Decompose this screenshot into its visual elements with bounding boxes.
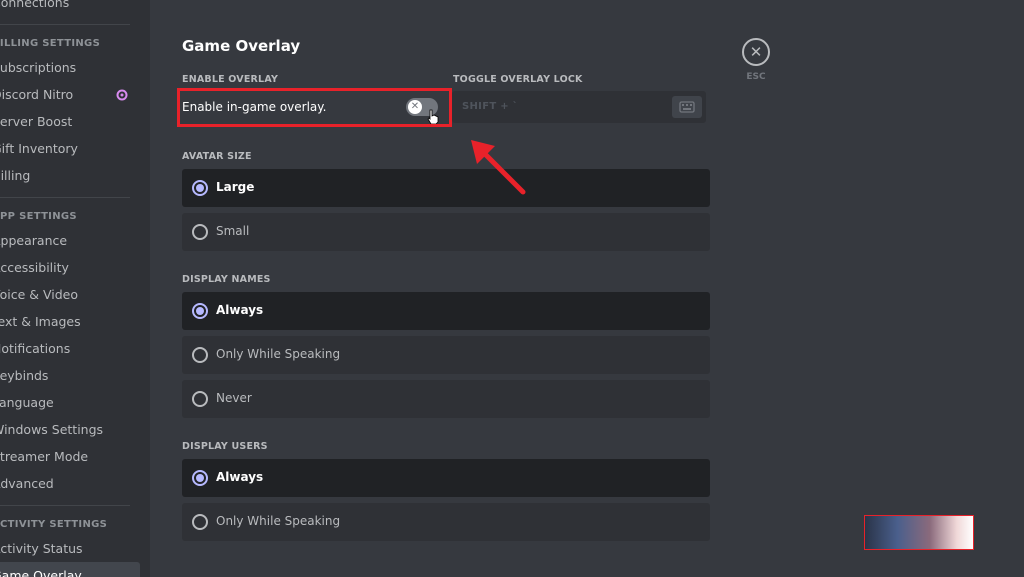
radio-label: Large (216, 180, 255, 194)
sidebar-item-streamer-mode[interactable]: Streamer Mode (0, 443, 140, 470)
sidebar-divider (0, 24, 130, 25)
sidebar-item-label: Activity Status (0, 541, 83, 556)
radio-label: Small (216, 224, 250, 238)
sidebar-item-label: Connections (0, 0, 70, 10)
radio-label: Never (216, 391, 252, 405)
sidebar-section-header: Activity Settings (0, 519, 108, 530)
radio-label: Only While Speaking (216, 347, 341, 361)
video-thumbnail (864, 515, 974, 550)
sidebar-item-label: Subscriptions (0, 60, 77, 75)
sidebar-item-gift-inventory[interactable]: Gift Inventory (0, 135, 140, 162)
sidebar-item-label: Windows Settings (0, 422, 104, 437)
radio-label: Always (216, 303, 264, 317)
close-circle-icon[interactable]: ✕ (742, 38, 770, 66)
sidebar-item-label: Keybinds (0, 368, 49, 383)
sidebar-item-label: Appearance (0, 233, 68, 248)
sidebar-item-server-boost[interactable]: Server Boost (0, 108, 140, 135)
sidebar-item-label: Accessibility (0, 260, 69, 275)
overlay-lock-keybind[interactable]: SHIFT + ` (452, 91, 706, 123)
enable-overlay-text: Enable in-game overlay. (182, 100, 327, 114)
radio-names-always[interactable]: Always (182, 292, 710, 330)
sidebar-item-label: Discord Nitro (0, 87, 74, 102)
page-title: Game Overlay (182, 37, 301, 55)
sidebar-item-advanced[interactable]: Advanced (0, 470, 140, 497)
radio-names-speaking[interactable]: Only While Speaking (182, 336, 710, 374)
sidebar-item-label: Advanced (0, 476, 54, 491)
enable-overlay-label: Enable Overlay (182, 74, 279, 85)
nitro-icon (116, 89, 128, 101)
settings-content: Game Overlay Enable Overlay Toggle Overl… (150, 0, 1024, 577)
sidebar-item-voice-video[interactable]: Voice & Video (0, 281, 140, 308)
keybind-value: SHIFT + ` (462, 101, 518, 112)
sidebar-section-header: Billing Settings (0, 38, 101, 49)
sidebar-item-notifications[interactable]: Notifications (0, 335, 140, 362)
sidebar-divider (0, 505, 130, 506)
radio-label: Always (216, 470, 264, 484)
toggle-overlay-lock-label: Toggle Overlay Lock (453, 74, 583, 85)
sidebar-item-label: Voice & Video (0, 287, 78, 302)
display-users-label: Display Users (182, 441, 268, 452)
sidebar-item-language[interactable]: Language (0, 389, 140, 416)
sidebar-item-label: Notifications (0, 341, 71, 356)
sidebar-item-label: Language (0, 395, 54, 410)
sidebar-item-accessibility[interactable]: Accessibility (0, 254, 140, 281)
sidebar-item-windows-settings[interactable]: Windows Settings (0, 416, 140, 443)
radio-icon (192, 224, 208, 240)
sidebar-list: Connections Billing Settings Subscriptions… (0, 0, 140, 577)
radio-icon (192, 391, 208, 407)
sidebar-item-label: Game Overlay (0, 568, 82, 577)
radio-icon (192, 303, 208, 319)
sidebar-item-label: Server Boost (0, 114, 73, 129)
sidebar-item-game-overlay[interactable]: Game Overlay (0, 562, 140, 577)
enable-overlay-row: Enable in-game overlay. ✕ (182, 91, 439, 125)
sidebar-section-header: App Settings (0, 211, 77, 222)
radio-icon (192, 470, 208, 486)
radio-names-never[interactable]: Never (182, 380, 710, 418)
radio-avatar-small[interactable]: Small (182, 213, 710, 251)
radio-avatar-large[interactable]: Large (182, 169, 710, 207)
sidebar-item-label: Text & Images (0, 314, 81, 329)
sidebar-item-subscriptions[interactable]: Subscriptions (0, 54, 140, 81)
radio-icon (192, 347, 208, 363)
sidebar-item-keybinds[interactable]: Keybinds (0, 362, 140, 389)
sidebar-item-activity-status[interactable]: Activity Status (0, 535, 140, 562)
radio-icon (192, 514, 208, 530)
avatar-size-label: Avatar Size (182, 151, 252, 162)
sidebar-item-label: Billing (0, 168, 31, 183)
sidebar-item-text-images[interactable]: Text & Images (0, 308, 140, 335)
sidebar-item-label: Streamer Mode (0, 449, 89, 464)
settings-sidebar: Connections Billing Settings Subscriptions… (0, 0, 150, 577)
radio-label: Only While Speaking (216, 514, 341, 528)
esc-close[interactable]: ✕ ESC (740, 38, 772, 82)
sidebar-item-appearance[interactable]: Appearance (0, 227, 140, 254)
sidebar-divider (0, 197, 130, 198)
sidebar-item-label: Gift Inventory (0, 141, 78, 156)
close-icon: ✕ (408, 100, 422, 114)
hand-cursor-icon (427, 109, 439, 125)
radio-icon (192, 180, 208, 196)
sidebar-item-connections[interactable]: Connections (0, 0, 140, 16)
keyboard-icon[interactable] (672, 96, 702, 118)
sidebar-item-discord-nitro[interactable]: Discord Nitro (0, 81, 140, 108)
radio-users-speaking[interactable]: Only While Speaking (182, 503, 710, 541)
display-names-label: Display Names (182, 274, 271, 285)
sidebar-item-billing[interactable]: Billing (0, 162, 140, 189)
radio-users-always[interactable]: Always (182, 459, 710, 497)
esc-label: ESC (746, 72, 766, 82)
